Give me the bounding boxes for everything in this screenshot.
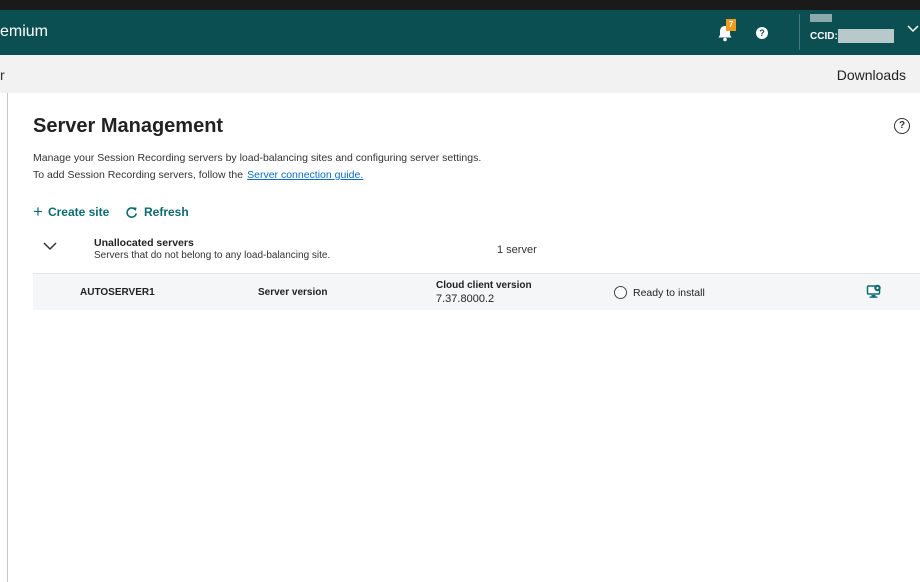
create-site-label: Create site [47,205,110,219]
refresh-icon [126,206,137,218]
page-description: Manage your Session Recording servers by… [33,152,482,164]
collapse-chevron-icon[interactable] [43,242,57,251]
server-connection-guide-link[interactable]: Server connection guide. [247,169,363,181]
help-icon[interactable]: ? [756,27,768,39]
create-site-button[interactable]: + Create site [33,202,110,221]
downloads-link[interactable]: Downloads [837,67,906,83]
sub-navigation-bar: r Downloads [0,55,920,93]
cloud-client-version-value: 7.37.8000.2 [436,293,495,305]
top-header-bar: emium 7 ? CCID: [0,10,920,55]
guide-prefix-text: To add Session Recording servers, follow… [33,169,244,181]
notification-count-badge: 7 [726,19,736,31]
page-title: Server Management [33,115,224,137]
header-divider [799,14,800,50]
plus-icon: + [33,202,43,221]
ccid-label: CCID: [810,31,838,42]
refresh-button[interactable]: Refresh [125,205,189,219]
product-name: emium [0,23,49,40]
account-name-redacted [810,14,832,22]
cloud-client-version-label: Cloud client version [436,280,532,291]
status-radio[interactable] [614,286,627,299]
window-top-strip [0,0,920,10]
server-status: Ready to install [633,287,705,299]
server-settings-icon[interactable] [866,283,882,299]
server-name: AUTOSERVER1 [80,287,155,298]
group-subtitle: Servers that do not belong to any load-b… [94,250,331,261]
server-version-label: Server version [258,287,328,298]
group-server-count: 1 server [497,244,537,256]
group-title: Unallocated servers [94,237,194,249]
refresh-label: Refresh [144,205,189,219]
page-description-guide: To add Session Recording servers, follow… [33,169,363,181]
nav-item-partial[interactable]: r [0,67,5,83]
left-panel-border [7,93,8,582]
page-help-icon[interactable]: ? [894,118,910,134]
chevron-down-icon[interactable] [907,25,919,33]
ccid-value-redacted [838,29,894,43]
table-row: AUTOSERVER1 Server version Cloud client … [33,273,920,310]
